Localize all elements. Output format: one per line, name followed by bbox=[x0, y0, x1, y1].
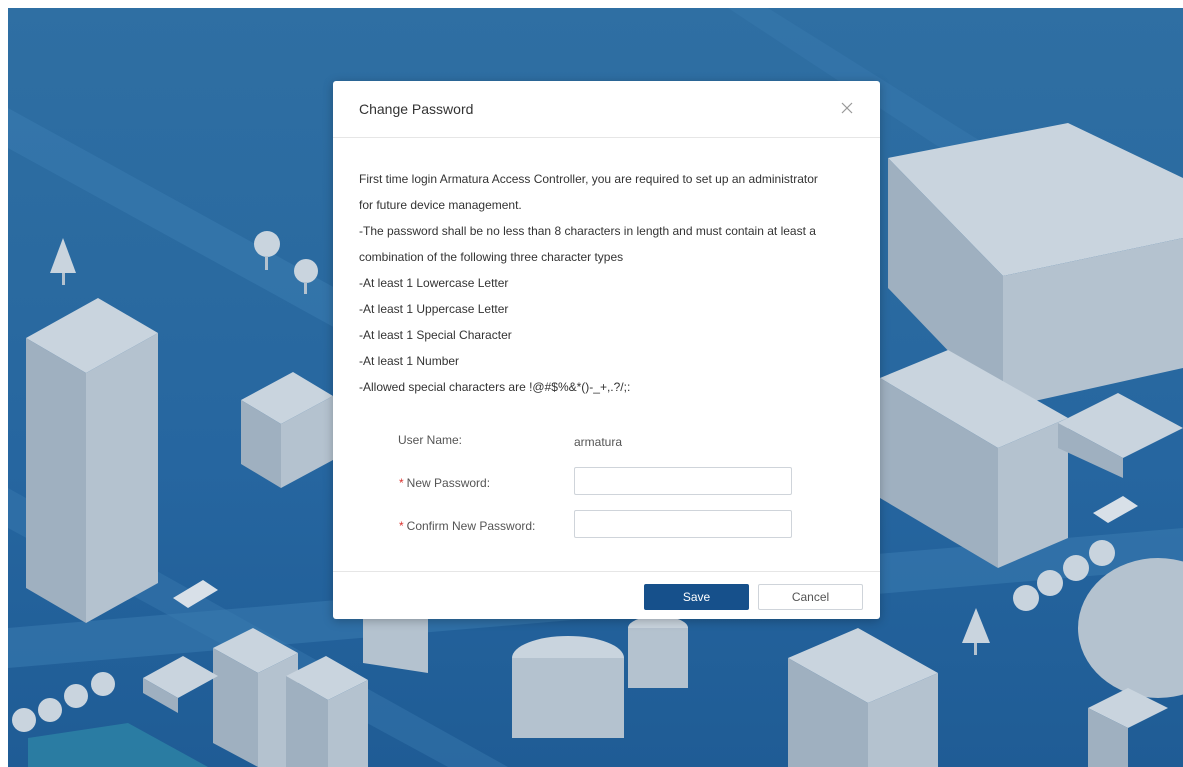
new-password-input[interactable] bbox=[574, 467, 792, 495]
cancel-button[interactable]: Cancel bbox=[758, 584, 863, 610]
save-button[interactable]: Save bbox=[644, 584, 749, 610]
password-requirements: First time login Armatura Access Control… bbox=[359, 166, 859, 400]
info-line: -At least 1 Number bbox=[359, 354, 460, 368]
username-value: armatura bbox=[574, 435, 623, 449]
confirm-password-label: * Confirm New Password: bbox=[399, 519, 535, 533]
info-line: for future device management. bbox=[359, 198, 522, 212]
username-label: User Name: bbox=[398, 433, 463, 447]
change-password-dialog: Change Password First time login Armatur… bbox=[333, 81, 880, 619]
confirm-password-input[interactable] bbox=[574, 510, 792, 538]
new-password-label-text: New Password: bbox=[406, 476, 491, 490]
info-line: combination of the following three chara… bbox=[359, 250, 624, 264]
dialog-header: Change Password bbox=[333, 81, 880, 138]
info-line: -At least 1 Uppercase Letter bbox=[359, 302, 509, 316]
info-line: -At least 1 Lowercase Letter bbox=[359, 276, 509, 290]
info-line: -The password shall be no less than 8 ch… bbox=[359, 224, 816, 238]
info-line: First time login Armatura Access Control… bbox=[359, 172, 818, 186]
close-icon[interactable] bbox=[838, 99, 856, 117]
new-password-label: * New Password: bbox=[399, 476, 490, 490]
required-mark: * bbox=[399, 519, 404, 533]
city-background: Change Password First time login Armatur… bbox=[8, 8, 1183, 767]
confirm-password-label-text: Confirm New Password: bbox=[406, 519, 536, 533]
info-line: -Allowed special characters are !@#$%&*(… bbox=[359, 380, 631, 394]
info-line: -At least 1 Special Character bbox=[359, 328, 512, 342]
dialog-title: Change Password bbox=[359, 101, 474, 117]
dialog-footer: Save Cancel bbox=[333, 571, 880, 620]
required-mark: * bbox=[399, 476, 404, 490]
